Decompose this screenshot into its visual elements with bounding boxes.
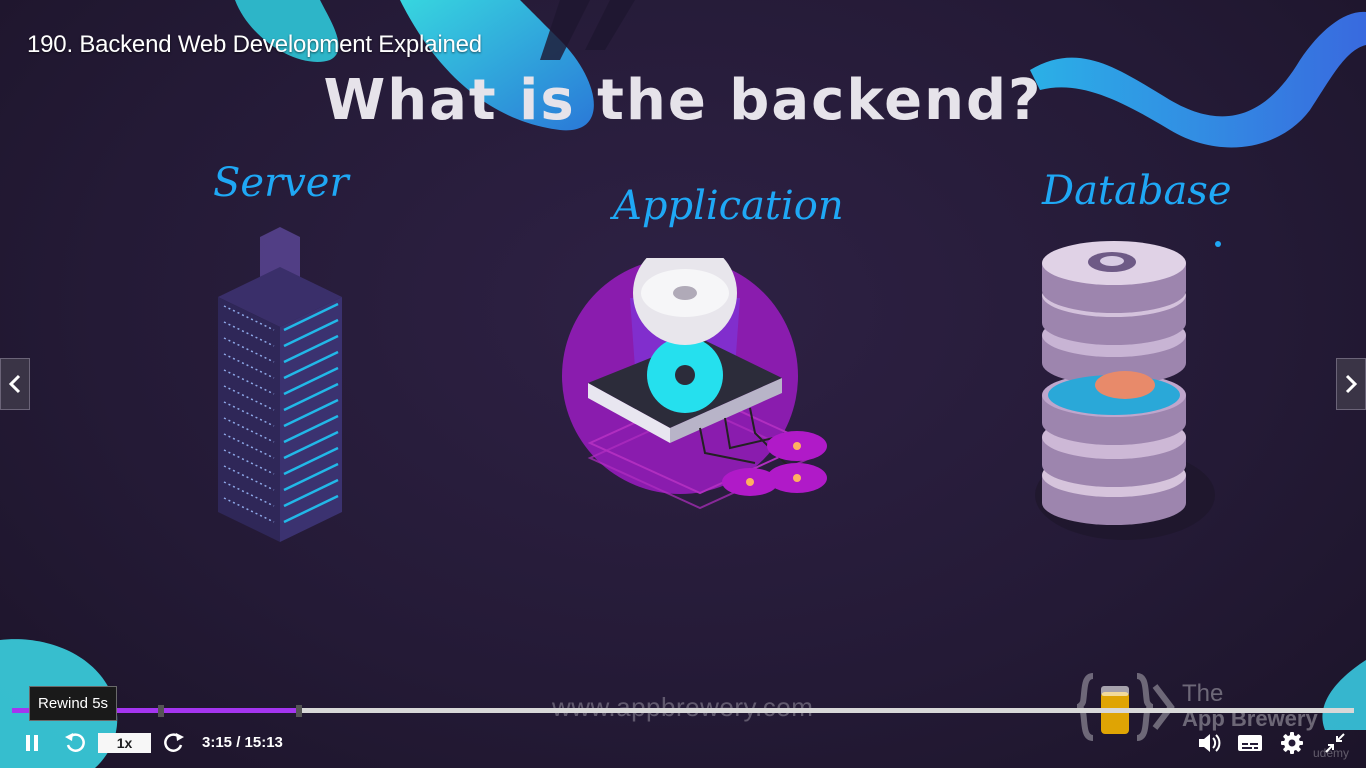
volume-button[interactable] — [1196, 730, 1222, 756]
chevron-right-icon — [1345, 374, 1358, 394]
pause-button[interactable] — [20, 731, 44, 755]
settings-button[interactable] — [1279, 730, 1305, 756]
exit-fullscreen-button[interactable] — [1322, 730, 1348, 756]
slide-heading: What is the backend? — [323, 68, 1043, 133]
database-illustration — [1035, 241, 1215, 540]
pause-icon — [26, 735, 38, 751]
forward-button[interactable] — [161, 730, 187, 756]
chevron-left-icon — [8, 374, 21, 394]
exit-fullscreen-icon — [1325, 733, 1345, 753]
database-core — [1095, 371, 1155, 399]
captions-button[interactable] — [1236, 730, 1264, 756]
server-illustration — [218, 227, 342, 542]
progress-marker — [158, 705, 164, 717]
next-lecture-button[interactable] — [1336, 358, 1366, 410]
rewind-tooltip: Rewind 5s — [29, 686, 118, 721]
video-player[interactable]: 190. Backend Web Development Explained W… — [0, 0, 1366, 768]
previous-lecture-button[interactable] — [0, 358, 30, 410]
captions-icon — [1238, 735, 1262, 751]
forward-5s-icon — [164, 733, 184, 752]
rewind-5s-icon — [65, 733, 85, 752]
gear-icon — [1281, 732, 1303, 754]
progress-marker — [296, 705, 302, 717]
server-label: Server — [213, 160, 349, 206]
video-title: 190. Backend Web Development Explained — [27, 31, 482, 58]
application-label: Application — [613, 183, 844, 229]
database-label: Database — [1042, 168, 1232, 214]
time-display: 3:15 / 15:13 — [202, 734, 283, 751]
volume-icon — [1199, 734, 1221, 752]
rewind-button[interactable] — [62, 730, 88, 756]
playback-speed-button[interactable]: 1x — [98, 733, 151, 753]
application-illustration — [562, 258, 827, 510]
brand-the: The — [1182, 680, 1224, 707]
